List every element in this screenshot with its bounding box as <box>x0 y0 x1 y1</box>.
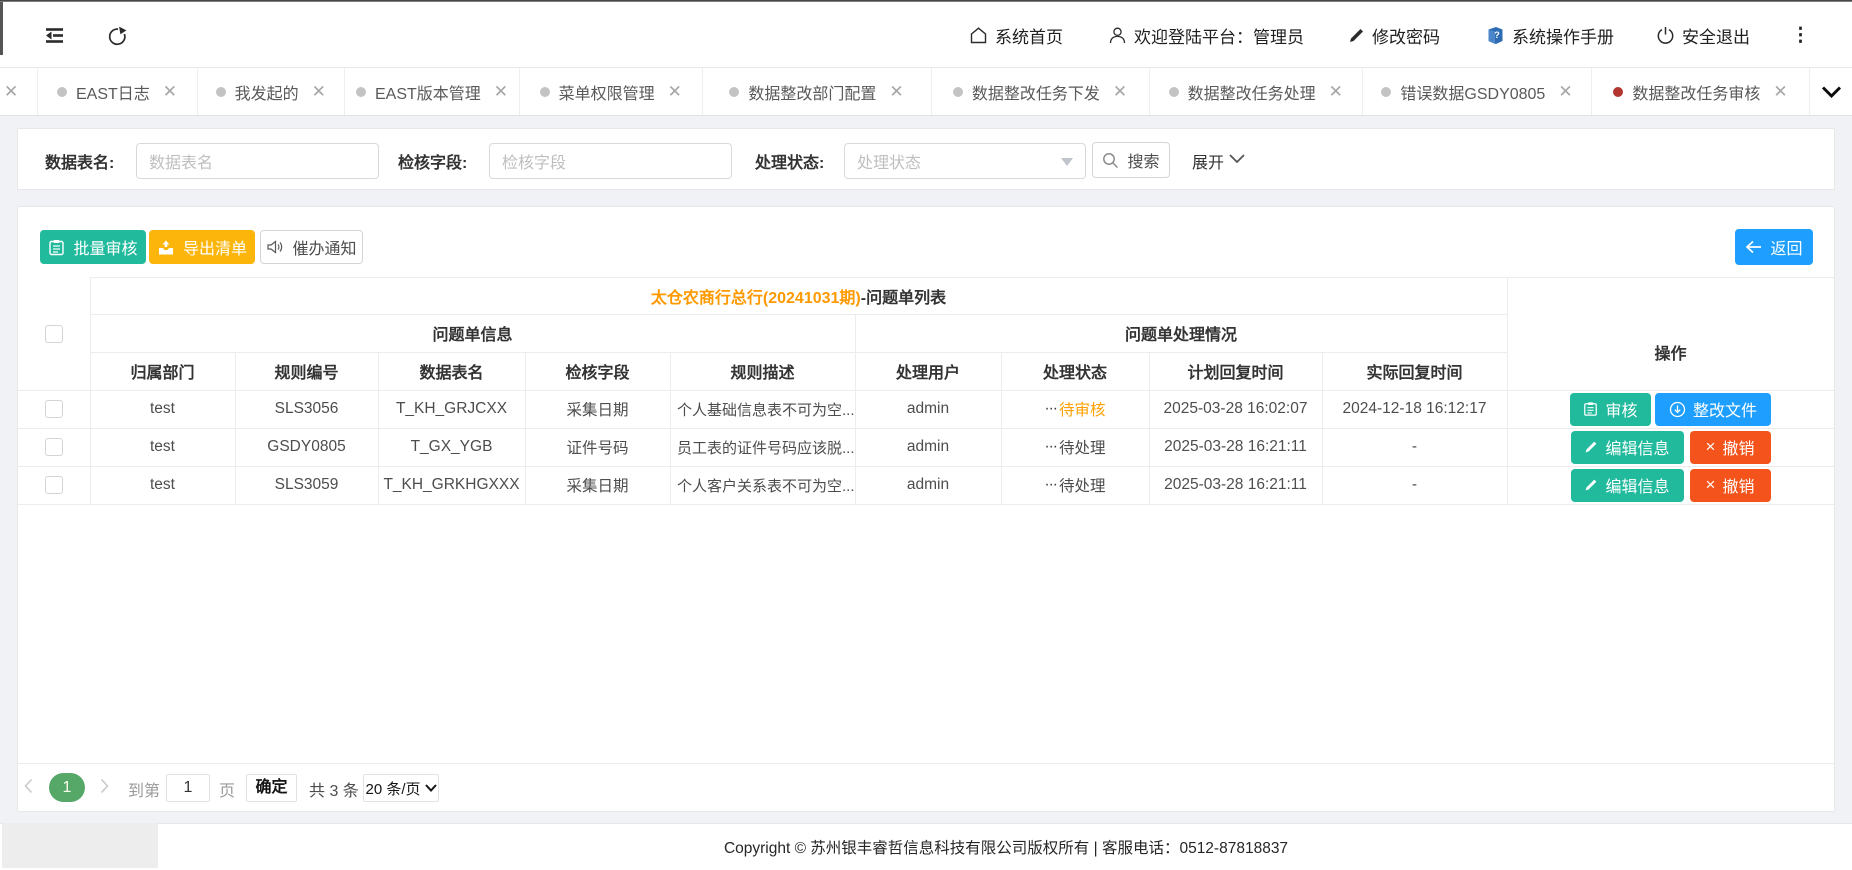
svg-text:?: ? <box>1494 30 1500 40</box>
